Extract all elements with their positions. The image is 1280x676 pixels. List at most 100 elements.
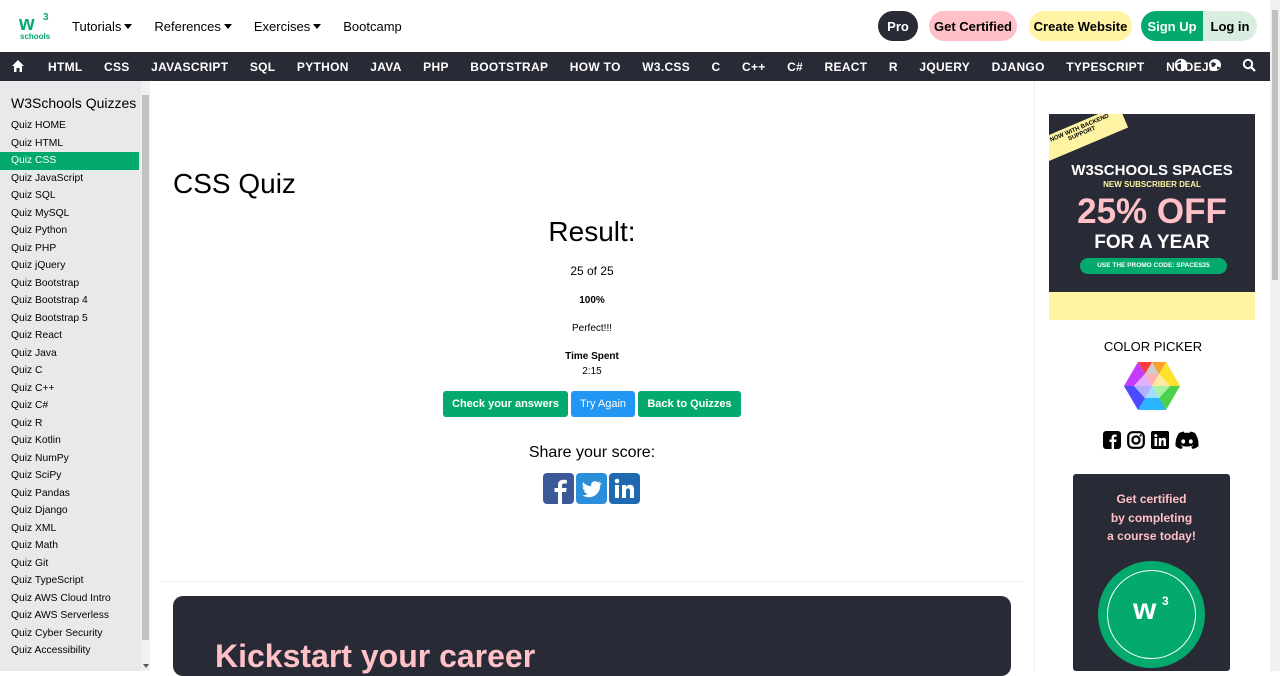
sidebar-item[interactable]: Quiz jQuery: [0, 257, 139, 275]
sidebar-scrollbar[interactable]: [141, 81, 150, 671]
sidebar-item[interactable]: Quiz R: [0, 415, 139, 433]
try-again-button[interactable]: Try Again: [571, 391, 635, 417]
ad-offer: 25% OFF: [1077, 192, 1227, 231]
sidebar-item[interactable]: Quiz Python: [0, 222, 139, 240]
subject-nav-icons: [1174, 58, 1256, 77]
sidebar-item[interactable]: Quiz PHP: [0, 240, 139, 258]
sidebar-item[interactable]: Quiz XML: [0, 520, 139, 538]
search-icon[interactable]: [1242, 58, 1256, 77]
spaces-ad[interactable]: NOW WITH BACKEND SUPPORT W3SCHOOLS SPACE…: [1049, 114, 1255, 320]
result-heading: Result:: [548, 216, 636, 247]
subject-nav-item[interactable]: JAVA: [370, 60, 401, 74]
score-text: 25 of 25: [570, 264, 614, 278]
page-scrollbar-thumb[interactable]: [1272, 10, 1278, 280]
sidebar-item[interactable]: Quiz Java: [0, 345, 139, 363]
subject-nav-item[interactable]: CSS: [104, 60, 130, 74]
nav-references[interactable]: References: [154, 19, 232, 34]
sidebar-item[interactable]: Quiz Bootstrap 5: [0, 310, 139, 328]
result-message: Perfect!!!: [571, 323, 612, 334]
sidebar-item[interactable]: Quiz C++: [0, 380, 139, 398]
sidebar-item[interactable]: Quiz Cyber Security: [0, 625, 139, 643]
sidebar-item[interactable]: Quiz MySQL: [0, 205, 139, 223]
color-picker-icon[interactable]: [1123, 361, 1181, 416]
subject-nav-item[interactable]: C#: [787, 60, 803, 74]
subject-nav-item[interactable]: TYPESCRIPT: [1066, 60, 1144, 74]
home-icon[interactable]: [11, 59, 25, 78]
subject-nav-item[interactable]: REACT: [825, 60, 868, 74]
twitter-share-icon[interactable]: [576, 473, 607, 509]
top-header: w 3 schools Tutorials References Exercis…: [0, 0, 1270, 52]
subject-nav-item[interactable]: JQUERY: [919, 60, 970, 74]
subject-nav-item[interactable]: W3.CSS: [642, 60, 690, 74]
percent-text: 100%: [579, 295, 605, 306]
back-to-quizzes-button[interactable]: Back to Quizzes: [638, 391, 741, 417]
pro-button[interactable]: Pro: [878, 11, 918, 41]
log-in-button[interactable]: Log in: [1203, 11, 1257, 41]
create-website-button[interactable]: Create Website: [1029, 11, 1132, 41]
discord-icon[interactable]: [1175, 431, 1199, 454]
nav-tutorials[interactable]: Tutorials: [72, 19, 133, 34]
sidebar-item[interactable]: Quiz CSS: [0, 152, 139, 170]
ad-subtitle: NEW SUBSCRIBER DEAL: [1103, 180, 1201, 189]
globe-icon[interactable]: [1208, 58, 1222, 77]
section-divider: [160, 581, 1024, 582]
subject-nav-item[interactable]: PYTHON: [297, 60, 349, 74]
ad-title: W3SCHOOLS SPACES: [1071, 162, 1233, 179]
sidebar-item[interactable]: Quiz TypeScript: [0, 572, 139, 590]
linkedin-share-icon[interactable]: [609, 473, 640, 509]
sidebar-item[interactable]: Quiz HTML: [0, 135, 139, 153]
sidebar-item[interactable]: Quiz HOME: [0, 117, 139, 135]
scroll-down-arrow-icon[interactable]: [143, 664, 149, 668]
subject-nav-item[interactable]: PHP: [423, 60, 449, 74]
certification-promo[interactable]: Get certified by completing a course tod…: [1073, 474, 1230, 671]
get-certified-button[interactable]: Get Certified: [929, 11, 1017, 41]
sidebar-items: Quiz HOME Quiz HTML Quiz CSS Quiz JavaScrip…: [0, 117, 150, 660]
sidebar-item[interactable]: Quiz JavaScript: [0, 170, 139, 188]
certification-text: Get certified by completing a course tod…: [1073, 490, 1230, 546]
sidebar-item[interactable]: Quiz Kotlin: [0, 432, 139, 450]
check-answers-button[interactable]: Check your answers: [443, 391, 568, 417]
cert-line-2: by completing: [1110, 510, 1193, 525]
subject-nav-item[interactable]: C: [712, 60, 721, 74]
nav-bootcamp[interactable]: Bootcamp: [343, 19, 402, 34]
dark-mode-icon[interactable]: [1174, 58, 1188, 77]
sidebar-item[interactable]: Quiz C#: [0, 397, 139, 415]
sidebar-item[interactable]: Quiz SciPy: [0, 467, 139, 485]
caret-down-icon: [313, 23, 322, 29]
sidebar-item[interactable]: Quiz AWS Cloud Intro: [0, 590, 139, 608]
sign-up-button[interactable]: Sign Up: [1141, 11, 1203, 41]
sidebar-scrollbar-thumb[interactable]: [142, 95, 149, 640]
page-scrollbar[interactable]: [1270, 0, 1280, 671]
subject-nav-item[interactable]: BOOTSTRAP: [470, 60, 548, 74]
subject-nav-item[interactable]: HTML: [48, 60, 83, 74]
subject-nav-item[interactable]: DJANGO: [992, 60, 1045, 74]
sidebar-item[interactable]: Quiz AWS Serverless: [0, 607, 139, 625]
facebook-icon[interactable]: [1103, 431, 1121, 454]
linkedin-icon[interactable]: [1151, 431, 1169, 454]
subject-nav-item[interactable]: HOW TO: [570, 60, 621, 74]
w3schools-logo[interactable]: w 3 schools: [18, 10, 54, 42]
subject-nav-item[interactable]: SQL: [250, 60, 276, 74]
ad-offer-sub: FOR A YEAR: [1094, 232, 1210, 253]
nav-exercises[interactable]: Exercises: [254, 19, 322, 34]
subject-nav-item[interactable]: JAVASCRIPT: [151, 60, 228, 74]
sidebar-item[interactable]: Quiz Bootstrap 4: [0, 292, 139, 310]
sidebar-item[interactable]: Quiz React: [0, 327, 139, 345]
sidebar-item[interactable]: Quiz Pandas: [0, 485, 139, 503]
sidebar-item[interactable]: Quiz Git: [0, 555, 139, 573]
time-spent-label: Time Spent: [565, 351, 619, 362]
sidebar-item[interactable]: Quiz Bootstrap: [0, 275, 139, 293]
subject-nav-items: HTML CSS JAVASCRIPT SQL PYTHON JAVA PHP BOOTSTR…: [48, 52, 1239, 81]
subject-nav-item[interactable]: C++: [742, 60, 766, 74]
instagram-icon[interactable]: [1127, 431, 1145, 454]
sidebar-item[interactable]: Quiz SQL: [0, 187, 139, 205]
sidebar-item[interactable]: Quiz Accessibility: [0, 642, 139, 660]
ad-ribbon: NOW WITH BACKEND SUPPORT: [1049, 114, 1129, 163]
sidebar-item[interactable]: Quiz Math: [0, 537, 139, 555]
sidebar-item[interactable]: Quiz NumPy: [0, 450, 139, 468]
sidebar-item[interactable]: Quiz Django: [0, 502, 139, 520]
sidebar-item[interactable]: Quiz C: [0, 362, 139, 380]
facebook-share-icon[interactable]: [543, 473, 574, 509]
subject-nav-item[interactable]: R: [889, 60, 898, 74]
top-nav: Tutorials References Exercises Bootcamp: [72, 0, 424, 52]
